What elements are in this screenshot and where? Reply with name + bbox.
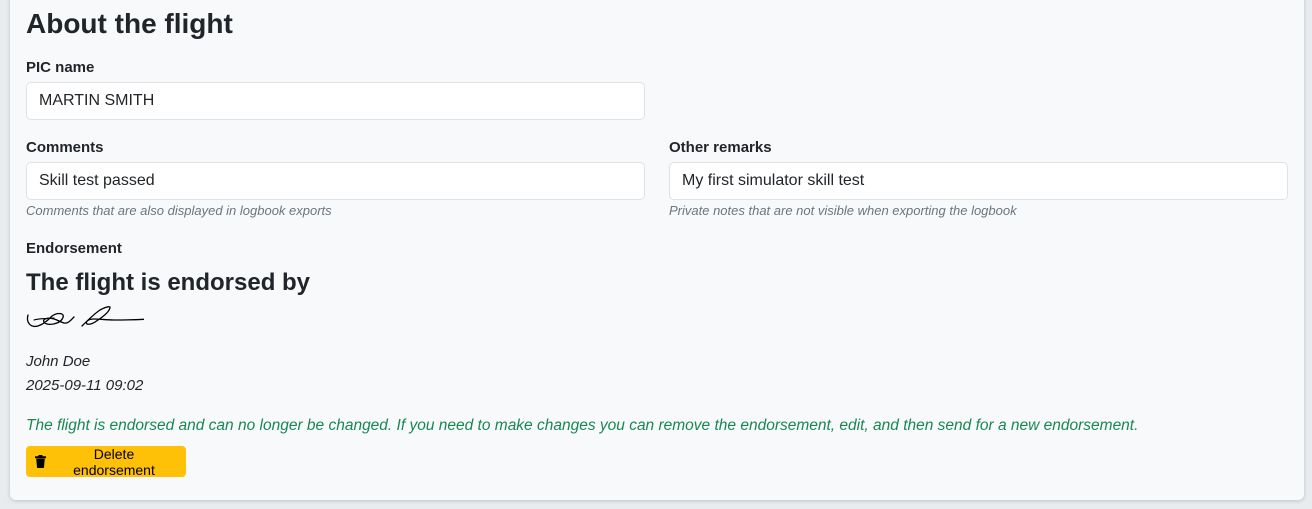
section-title: About the flight <box>26 8 233 39</box>
delete-endorsement-button[interactable]: Delete endorsement <box>26 445 186 478</box>
pic-name-input[interactable] <box>26 82 645 120</box>
endorsement-notice: The flight is endorsed and can no longer… <box>26 417 1139 434</box>
delete-endorsement-label: Delete endorsement <box>73 445 155 478</box>
endorsement-timestamp: 2025-09-11 09:02 <box>26 377 144 394</box>
other-remarks-input[interactable] <box>669 162 1288 200</box>
endorsed-by-heading: The flight is endorsed by <box>26 269 311 296</box>
other-remarks-label: Other remarks <box>669 139 772 156</box>
other-remarks-help-text: Private notes that are not visible when … <box>669 203 1017 218</box>
about-flight-card: About the flight PIC name Comments Comme… <box>10 0 1304 500</box>
comments-input[interactable] <box>26 162 645 200</box>
comments-label: Comments <box>26 139 104 156</box>
endorser-name: John Doe <box>26 353 91 370</box>
pic-name-label: PIC name <box>26 59 95 76</box>
trash-icon <box>35 455 46 468</box>
signature-image <box>26 306 144 328</box>
endorsement-label: Endorsement <box>26 240 122 257</box>
comments-help-text: Comments that are also displayed in logb… <box>26 203 332 218</box>
